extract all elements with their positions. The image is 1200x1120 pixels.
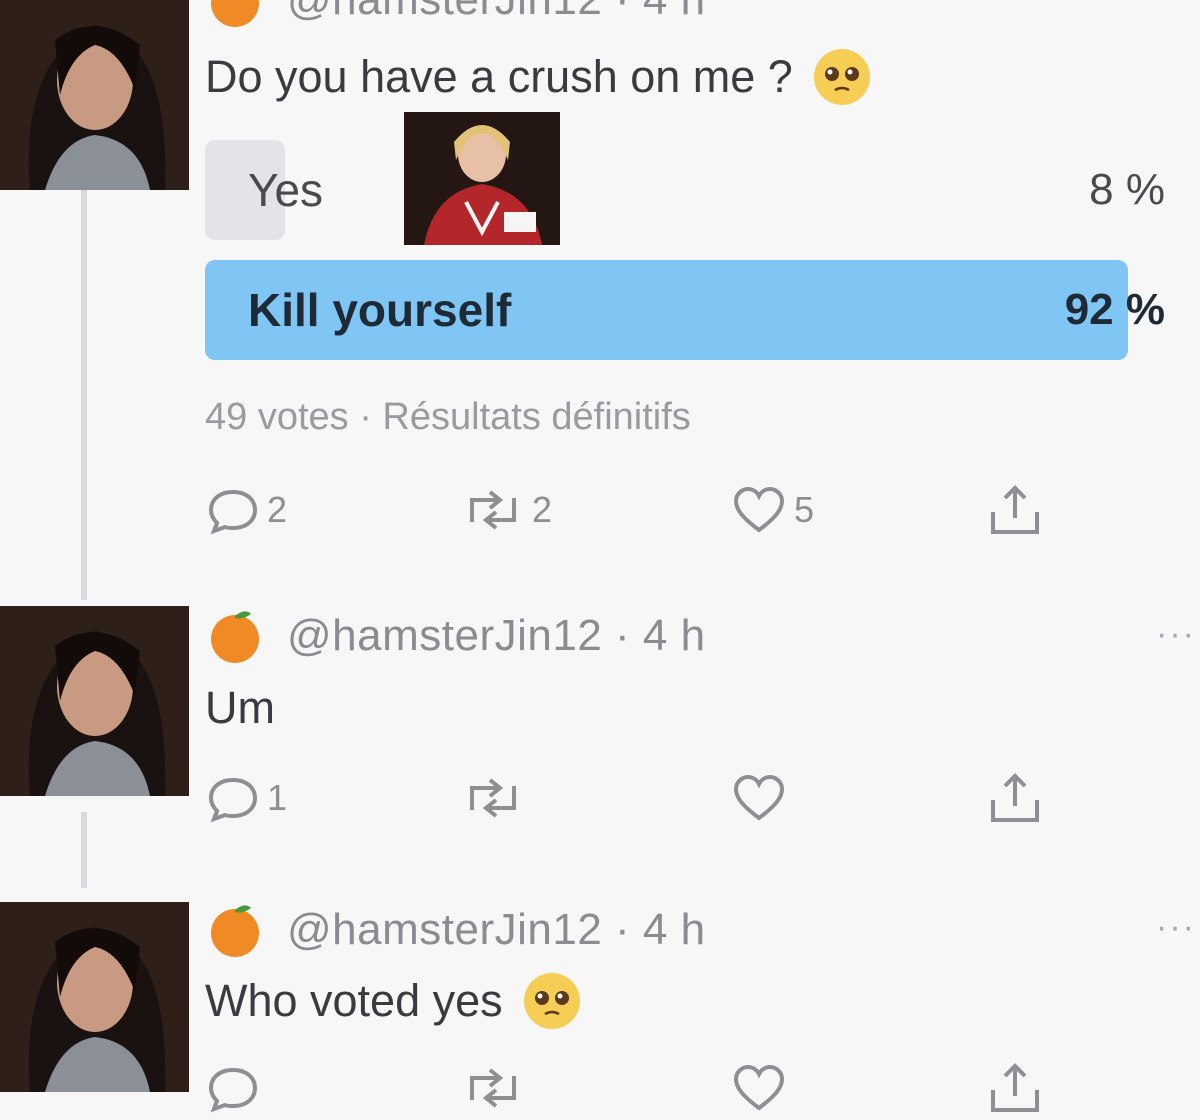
tweet-handle[interactable]: @hamsterJin12 · 4 h: [287, 0, 706, 25]
avatar[interactable]: [0, 606, 189, 796]
tweet-handle[interactable]: @hamsterJin12 · 4 h: [287, 905, 706, 955]
heart-icon: [733, 1064, 785, 1111]
reply-count: 1: [267, 777, 288, 818]
thread-line: [81, 190, 87, 600]
poll-footer: 49 votes · Résultats définitifs: [205, 396, 691, 438]
heart-icon: [733, 486, 785, 533]
tweet-header: @hamsterJin12 · 4 h: [205, 900, 706, 960]
tweet-body: Um: [205, 682, 275, 733]
reply-button[interactable]: [205, 1056, 261, 1120]
poll-option-percent: 92 %: [1064, 285, 1165, 334]
tweet-text: Do you have a crush on me ?: [205, 42, 873, 112]
reply-button[interactable]: 1: [205, 766, 287, 830]
thread-line: [81, 812, 87, 888]
like-button[interactable]: 5: [730, 478, 814, 542]
tweet-handle[interactable]: @hamsterJin12 · 4 h: [287, 611, 706, 661]
like-button[interactable]: [730, 1056, 788, 1120]
speech-bubble-icon: [208, 777, 258, 823]
tweet-text: Um: [205, 676, 275, 740]
retweet-icon: [470, 490, 516, 530]
tweet-actions: [205, 1056, 1065, 1120]
tweet-actions: 2 2 5: [205, 478, 1065, 542]
share-button[interactable]: [985, 478, 1045, 542]
speech-bubble-icon: [208, 1067, 258, 1113]
pleading-face-icon: [813, 49, 870, 105]
share-icon: [991, 485, 1039, 534]
avatar[interactable]: [0, 0, 189, 190]
share-button[interactable]: [985, 766, 1045, 830]
retweet-button[interactable]: [460, 766, 526, 830]
reply-button[interactable]: 2: [205, 478, 287, 542]
retweet-count: 2: [532, 489, 553, 530]
poll-option-label: Kill yourself: [248, 284, 512, 336]
retweet-button[interactable]: 2: [460, 478, 552, 542]
poll-option-kill-yourself[interactable]: Kill yourself 92 %: [205, 260, 1165, 360]
share-icon: [991, 773, 1039, 822]
share-icon: [991, 1063, 1039, 1112]
pleading-face-icon: [523, 973, 580, 1029]
inset-photo: [404, 112, 560, 245]
orange-icon: [205, 606, 265, 666]
share-button[interactable]: [985, 1056, 1045, 1120]
retweet-button[interactable]: [460, 1056, 526, 1120]
like-count: 5: [794, 489, 815, 530]
orange-icon: [205, 900, 265, 960]
tweet-text: Who voted yes: [205, 966, 583, 1036]
retweet-icon: [470, 1068, 516, 1108]
orange-icon: [205, 0, 265, 30]
reply-count: 2: [267, 489, 288, 530]
like-button[interactable]: [730, 766, 788, 830]
poll-option-label: Yes: [248, 164, 324, 216]
retweet-icon: [470, 778, 516, 818]
tweet-body: Do you have a crush on me ?: [205, 51, 793, 102]
more-dots-icon[interactable]: ···: [1156, 615, 1196, 654]
poll-option-percent: 8 %: [1089, 165, 1165, 214]
heart-icon: [733, 774, 785, 821]
avatar[interactable]: [0, 902, 189, 1092]
tweet-actions: 1: [205, 766, 1065, 830]
tweet-header: @hamsterJin12 · 4 h: [205, 0, 706, 30]
tweet-body: Who voted yes: [205, 975, 503, 1026]
tweet-header: @hamsterJin12 · 4 h: [205, 606, 706, 666]
more-dots-icon[interactable]: ···: [1156, 908, 1196, 947]
poll-option-yes[interactable]: Yes 8 %: [205, 140, 1165, 240]
speech-bubble-icon: [208, 489, 258, 535]
